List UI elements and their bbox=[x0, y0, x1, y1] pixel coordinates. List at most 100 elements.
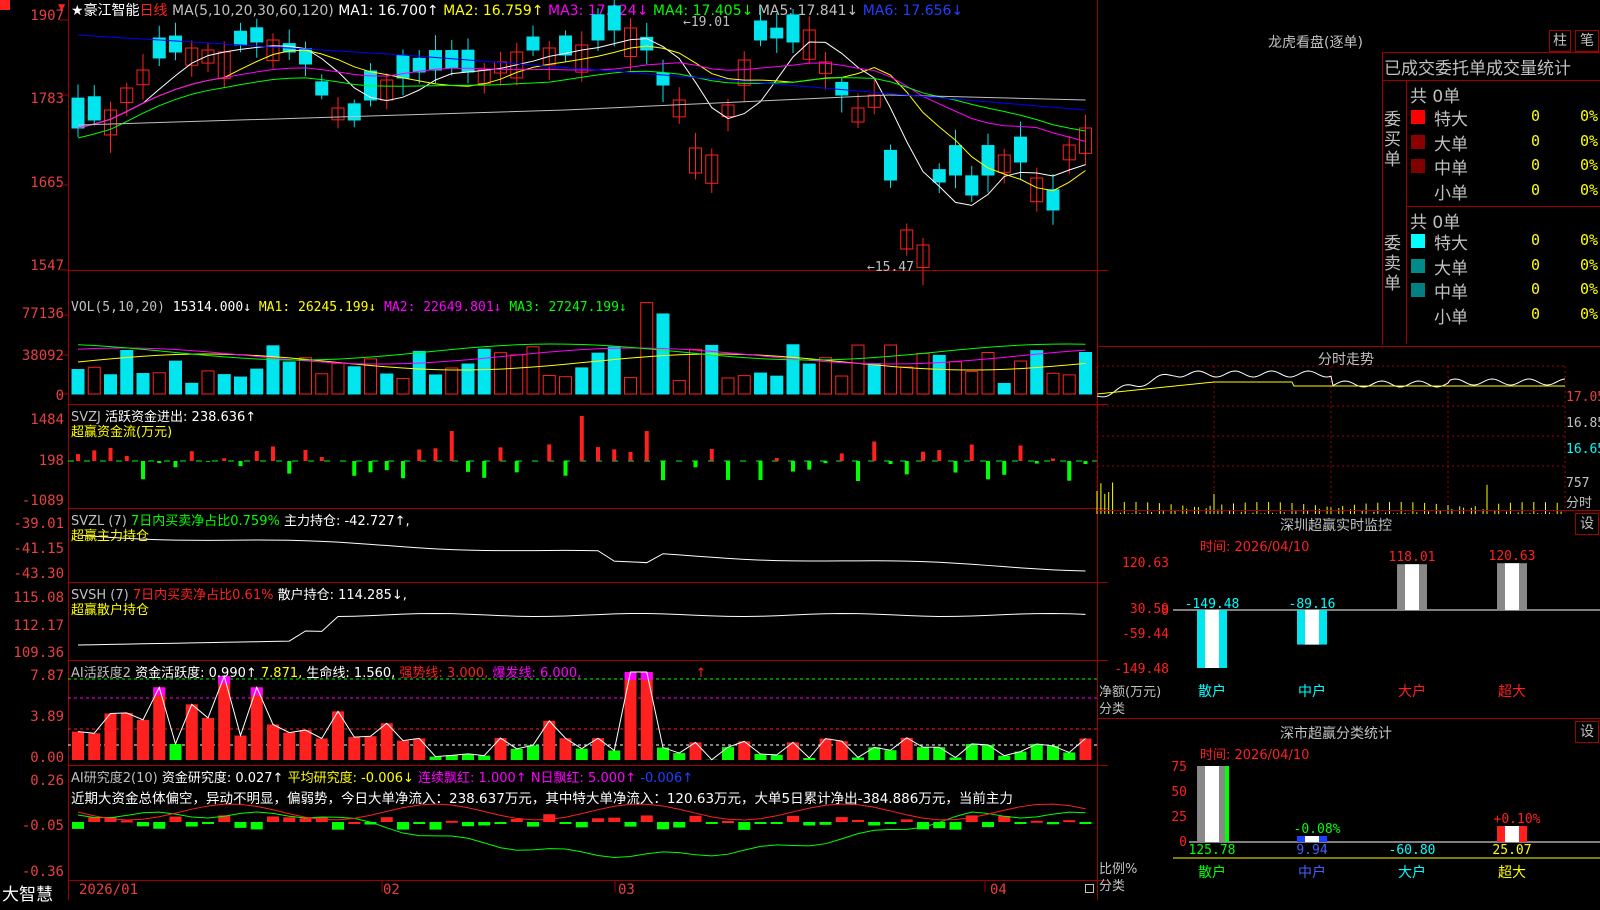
sz-stats-xlabel: 分类 bbox=[1099, 875, 1125, 894]
fund-flow-bar bbox=[1035, 461, 1039, 464]
candlestick bbox=[1047, 190, 1059, 210]
svzl-sub: 超赢主力持仓 bbox=[71, 525, 149, 544]
volume-bar bbox=[1047, 373, 1059, 394]
activity-bar bbox=[625, 672, 637, 760]
volume-bar bbox=[1080, 352, 1092, 394]
ai-research-header: AI研究度2(10) 资金研究度: 0.027↑ 平均研究度: -0.006↓ … bbox=[71, 767, 693, 786]
longhu-divider bbox=[1406, 80, 1407, 344]
fund-flow-bar bbox=[401, 461, 405, 478]
buy-row-name: 小单 bbox=[1434, 179, 1468, 204]
buy-row-name: 中单 bbox=[1434, 154, 1468, 179]
activity-bar bbox=[316, 738, 328, 760]
svsh-y-label: 109.36 bbox=[0, 645, 64, 661]
buy-swatch bbox=[1411, 159, 1425, 173]
sz-bar-highlight bbox=[1505, 563, 1519, 610]
intraday-chart[interactable] bbox=[1097, 366, 1600, 516]
research-bar bbox=[397, 822, 409, 830]
candlestick bbox=[316, 82, 328, 95]
svsh-y-label: 115.08 bbox=[0, 590, 64, 606]
research-bar bbox=[153, 822, 165, 829]
fund-flow-bar bbox=[547, 444, 551, 461]
lock-icon[interactable] bbox=[1085, 884, 1094, 893]
buy-row-pct: 0% bbox=[1560, 107, 1598, 125]
ai2-name: AI研究度2(10) bbox=[71, 771, 158, 786]
ai2-avg: 平均研究度: -0.006↓ bbox=[288, 771, 414, 786]
research-bar bbox=[170, 817, 182, 822]
ai1-y-label: 0.00 bbox=[0, 750, 64, 766]
research-bar bbox=[186, 822, 198, 827]
volume-bar bbox=[966, 372, 978, 394]
tick-mode-button[interactable]: 笔 bbox=[1575, 30, 1599, 52]
activity-bar bbox=[608, 750, 620, 760]
stat-bar-category: 中户 bbox=[1298, 864, 1326, 881]
volume-bar bbox=[1031, 351, 1043, 394]
activity-bar bbox=[381, 723, 393, 760]
fund-flow-bar bbox=[807, 461, 811, 470]
ai1-lifeline: 生命线: 1.560, bbox=[306, 666, 395, 681]
fund-flow-bar bbox=[694, 461, 698, 467]
fund-flow-bar bbox=[905, 461, 909, 474]
research-bar bbox=[690, 816, 702, 822]
volume-bar bbox=[1015, 361, 1027, 394]
fund-flow-bar bbox=[612, 449, 616, 461]
candlestick bbox=[72, 98, 84, 128]
fund-flow-bar bbox=[206, 461, 210, 462]
sz-bar-highlight bbox=[1405, 564, 1419, 610]
research-bar bbox=[803, 822, 815, 825]
candlestick bbox=[950, 146, 962, 175]
research-bar bbox=[381, 817, 393, 822]
sz-bar-value: 118.01 bbox=[1389, 550, 1436, 565]
research-bar bbox=[283, 817, 295, 822]
activity-bar bbox=[430, 757, 442, 760]
sz-bar-value: 120.63 bbox=[1489, 549, 1536, 564]
sz-y-label: -149.48 bbox=[1114, 662, 1169, 677]
activity-bar bbox=[283, 733, 295, 760]
research-bar bbox=[885, 822, 897, 824]
ai2-y-label: -0.05 bbox=[0, 818, 64, 834]
activity-bar bbox=[170, 744, 182, 760]
fund-flow-bar bbox=[970, 445, 974, 461]
candlestick bbox=[787, 15, 799, 42]
research-bar bbox=[657, 822, 669, 829]
bar-mode-button[interactable]: 柱 bbox=[1549, 30, 1571, 52]
volume-bar bbox=[706, 345, 718, 394]
fund-flow-bar bbox=[141, 461, 145, 479]
activity-bar bbox=[836, 741, 848, 760]
volume-bar bbox=[933, 355, 945, 394]
activity-bar bbox=[933, 747, 945, 760]
volume-bar bbox=[348, 367, 360, 394]
activity-bar bbox=[755, 754, 767, 760]
research-bar bbox=[1015, 822, 1027, 824]
sz-bar-value: -149.48 bbox=[1185, 597, 1240, 612]
volume-bar bbox=[592, 353, 604, 394]
fund-flow-bar bbox=[450, 431, 454, 461]
fund-flow-bar bbox=[596, 447, 600, 461]
stat-bar-pct: +0.10% bbox=[1494, 812, 1541, 827]
sell-row-name: 大单 bbox=[1434, 254, 1468, 279]
ai2-y-label: 0.26 bbox=[0, 773, 64, 789]
sell-row-count: 0 bbox=[1500, 231, 1540, 249]
price-chart[interactable] bbox=[0, 0, 1097, 900]
volume-bar bbox=[690, 349, 702, 394]
fund-flow-bar bbox=[564, 461, 568, 476]
candlestick bbox=[430, 51, 442, 70]
candlestick bbox=[933, 170, 945, 182]
fund-flow-bar bbox=[157, 461, 161, 463]
volume-bar bbox=[251, 369, 263, 394]
ai1-activity: 资金活跃度: 0.990↑ bbox=[135, 666, 257, 681]
ai2-extra: -0.006↑ bbox=[640, 771, 693, 786]
volume-bar bbox=[950, 362, 962, 394]
volume-bar bbox=[235, 377, 247, 394]
activity-bar bbox=[72, 732, 84, 760]
research-bar bbox=[72, 822, 84, 829]
volume-bar bbox=[901, 367, 913, 394]
volume-bar bbox=[543, 376, 555, 394]
sz-y-label: 120.63 bbox=[1122, 556, 1169, 571]
research-bar bbox=[527, 822, 539, 827]
volume-bar bbox=[218, 375, 230, 394]
research-bar bbox=[560, 822, 572, 824]
research-bar bbox=[738, 822, 750, 830]
fund-flow-bar bbox=[255, 451, 259, 461]
fund-flow-bar bbox=[889, 461, 893, 464]
buy-total: 共 0单 bbox=[1410, 82, 1460, 107]
